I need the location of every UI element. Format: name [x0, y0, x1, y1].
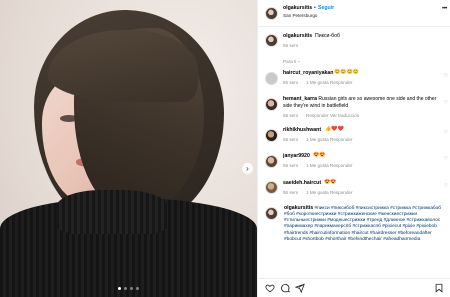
- commenter-avatar[interactable]: [265, 155, 278, 168]
- caption-username[interactable]: olgakursitis: [283, 33, 312, 39]
- post-photo[interactable]: ›: [0, 0, 257, 297]
- author-avatar[interactable]: [265, 207, 278, 220]
- comment-time: 56 sem: [283, 190, 299, 195]
- comment-username[interactable]: janyar9920: [283, 153, 310, 159]
- post-header: olgakursitis • Seguir San Petersburgo ••…: [258, 0, 450, 27]
- commenter-avatar[interactable]: [265, 181, 278, 194]
- heart-icon[interactable]: ♡: [443, 183, 449, 189]
- heart-icon[interactable]: ♡: [443, 73, 449, 79]
- post-location[interactable]: San Petersburgo: [283, 13, 317, 18]
- commenter-avatar[interactable]: [265, 72, 278, 85]
- follow-button[interactable]: Seguir: [318, 5, 334, 11]
- carousel-dots: [0, 287, 257, 290]
- comment-reply-button[interactable]: Responder: [330, 163, 352, 168]
- separator-dot: •: [314, 5, 316, 11]
- comment-likes[interactable]: 1 Me gusta: [306, 137, 329, 142]
- comment-time: 56 sem: [283, 163, 299, 168]
- comment-likes[interactable]: 1 Me gusta: [306, 80, 329, 85]
- translation-label[interactable]: Para ti: [283, 59, 296, 64]
- bookmark-icon[interactable]: [434, 283, 444, 293]
- comment-reply-button[interactable]: Responder: [330, 137, 352, 142]
- more-horizontal-icon[interactable]: •••: [442, 6, 447, 12]
- heart-icon[interactable]: [265, 283, 275, 293]
- commenter-avatar[interactable]: [265, 129, 278, 142]
- comment-text: 😊😊😊😊: [334, 69, 359, 75]
- comment-reply-button[interactable]: Responder: [330, 80, 352, 85]
- comment-username[interactable]: hemant_karra: [283, 96, 317, 102]
- comment-text: 👍❤️❤️: [325, 126, 344, 132]
- carousel-dot: [130, 287, 133, 290]
- heart-icon[interactable]: ♡: [443, 130, 449, 136]
- comment-icon[interactable]: [280, 283, 290, 293]
- comment-username[interactable]: rikhikhushwant: [283, 127, 321, 133]
- comment-text: 😍😍: [324, 179, 337, 185]
- comment-time: 56 sem: [283, 137, 299, 142]
- comment-body: hemant_karra Russian girls are so awesom…: [283, 96, 439, 109]
- paper-plane-icon[interactable]: [295, 283, 305, 293]
- carousel-dot: [118, 287, 121, 290]
- comment-time: 56 sem: [283, 113, 299, 118]
- caption-username[interactable]: olgakursitis: [284, 205, 313, 211]
- caption-hashtags-block: olgakursitis #пикси #пиксибоб #пикси­стр…: [284, 205, 444, 243]
- caption-title: Пикси-боб: [315, 33, 341, 39]
- carousel-dot: [124, 287, 127, 290]
- comment-time: 56 sem: [283, 80, 299, 85]
- chevron-down-icon[interactable]: ⌄: [297, 58, 301, 64]
- comment-username[interactable]: haircut_royaniyakan: [283, 70, 333, 76]
- caption-hashtags[interactable]: #пикси #пиксибоб #пикси­стрижка #стрижка…: [284, 206, 441, 242]
- chevron-right-icon[interactable]: ›: [242, 163, 253, 174]
- comment-reply-button[interactable]: Responder: [330, 190, 352, 195]
- comment-reply-button[interactable]: Responder: [306, 113, 328, 118]
- author-username[interactable]: olgakursitis: [283, 5, 312, 11]
- heart-icon[interactable]: ♡: [443, 100, 449, 106]
- carousel-dot: [136, 287, 139, 290]
- comment-username[interactable]: saeideh.haircut: [283, 180, 321, 186]
- post-action-bar: [258, 278, 450, 297]
- post-sidebar: olgakursitis • Seguir San Petersburgo ••…: [257, 0, 450, 297]
- comment-text: 😍😍: [313, 152, 326, 158]
- comment-likes[interactable]: 1 Me gusta: [306, 190, 329, 195]
- commenter-avatar[interactable]: [265, 98, 278, 111]
- author-avatar[interactable]: [265, 7, 278, 20]
- heart-icon[interactable]: ♡: [443, 156, 449, 162]
- comment-likes[interactable]: 1 Me gusta: [306, 163, 329, 168]
- caption-time: 56 sem: [283, 43, 299, 48]
- photo-collar: [56, 190, 168, 234]
- author-avatar[interactable]: [265, 34, 278, 47]
- see-translation-button[interactable]: Ver traducción: [330, 113, 359, 118]
